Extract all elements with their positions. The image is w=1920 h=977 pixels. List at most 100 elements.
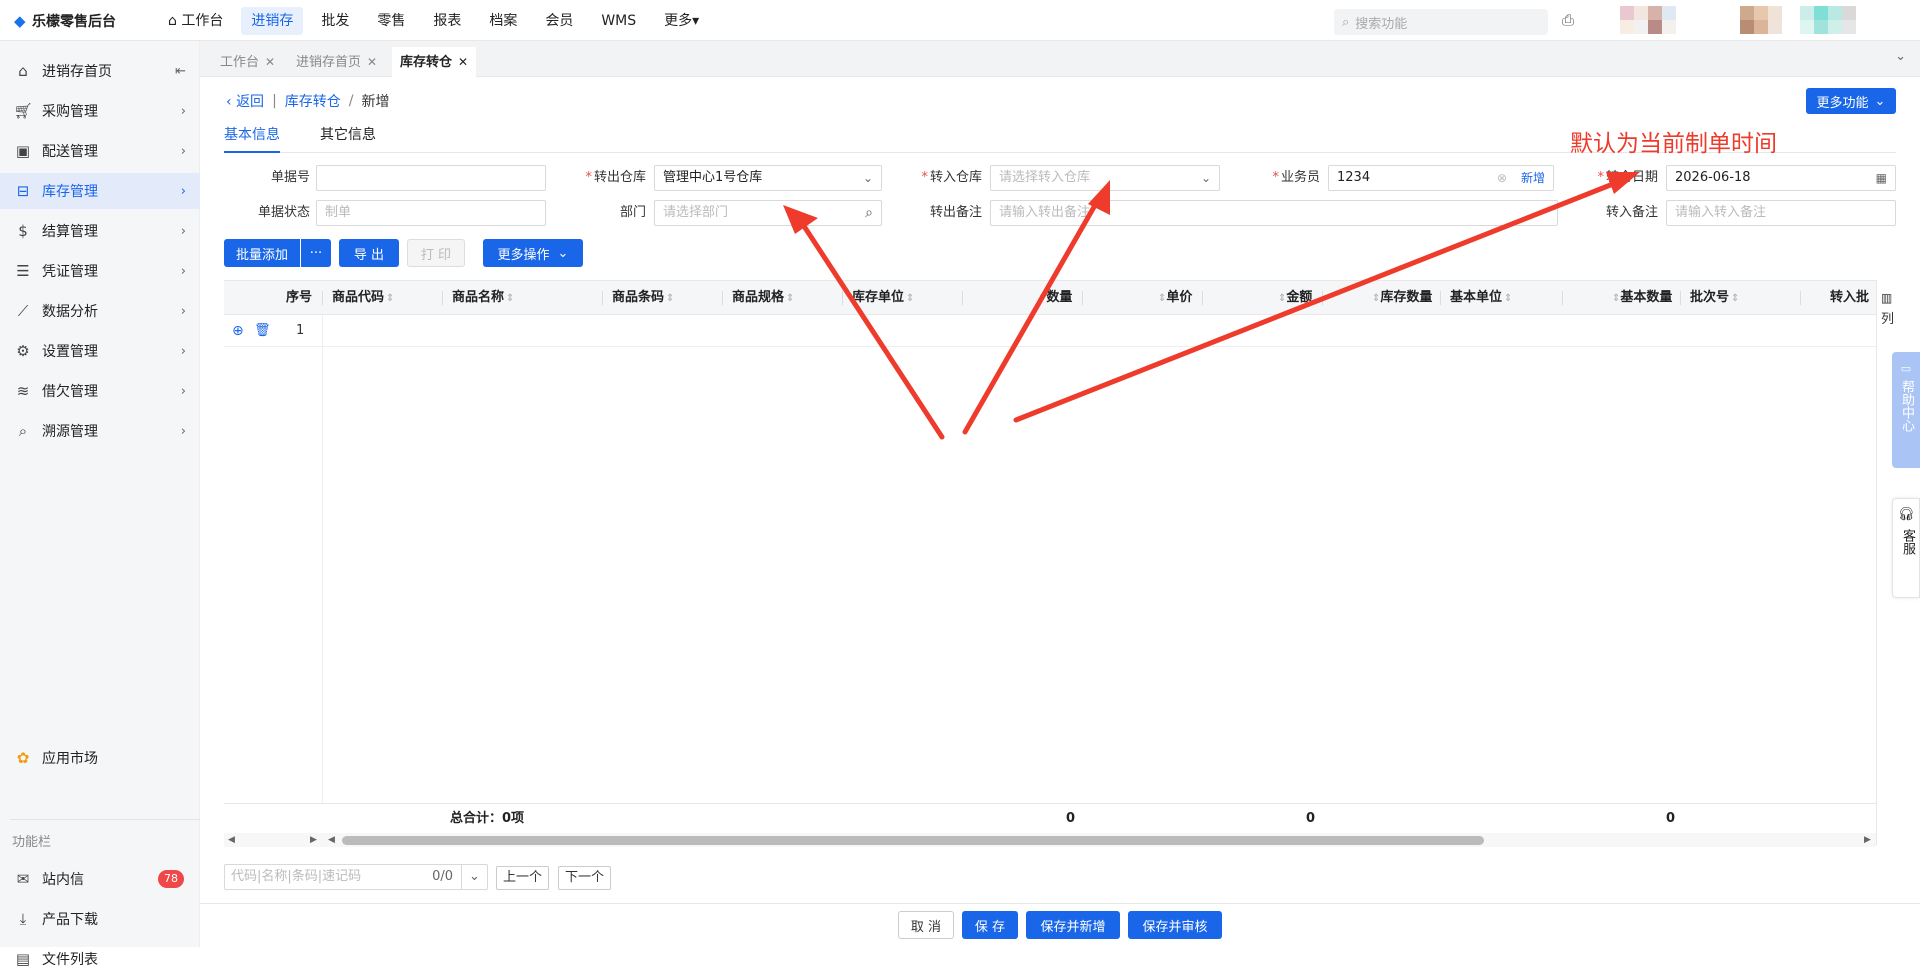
department-field[interactable]: 请选择部门 ⌕ xyxy=(654,200,882,226)
horizontal-scrollbar[interactable]: ◀ ▶ ◀ ▶ xyxy=(224,833,1876,847)
chevron-down-icon[interactable]: ⌄ xyxy=(1895,49,1906,64)
topnav-inventory[interactable]: 进销存 xyxy=(241,7,304,35)
delete-row-icon[interactable]: 🗑︎ xyxy=(254,315,271,347)
file-list-icon: ▤ xyxy=(15,950,31,968)
sidebar-item-analytics[interactable]: ⟋ 数据分析 › xyxy=(0,293,200,329)
topnav-retail[interactable]: 零售 xyxy=(367,7,415,35)
scroll-right-icon[interactable]: ▶ xyxy=(310,833,317,847)
trace-icon: ⌕ xyxy=(18,422,28,440)
col-stock-qty[interactable]: ⇕库存数量 xyxy=(1370,281,1432,315)
annotation-text: 默认为当前制单时间 xyxy=(1570,131,1777,157)
scroll-right-icon[interactable]: ▶ xyxy=(1864,833,1871,847)
col-barcode[interactable]: 商品条码 ⇕ xyxy=(612,281,674,315)
col-item-code[interactable]: 商品代码 ⇕ xyxy=(332,281,394,315)
save-and-audit-button[interactable]: 保存并审核 xyxy=(1128,911,1222,939)
col-divider xyxy=(1202,291,1203,305)
more-operations-button[interactable]: 更多操作 ⌄ xyxy=(483,239,583,267)
add-row-icon[interactable]: ⊕ xyxy=(232,315,244,347)
col-divider xyxy=(1680,291,1681,305)
app-logo[interactable]: ◆ 乐檬零售后台 xyxy=(14,10,116,32)
index-col-divider xyxy=(322,347,323,833)
in-note-field[interactable]: 请输入转入备注 xyxy=(1666,200,1896,226)
save-and-new-button[interactable]: 保存并新增 xyxy=(1026,911,1120,939)
tab-basic-info[interactable]: 基本信息 xyxy=(224,125,280,153)
printer-icon[interactable]: ⎙ xyxy=(1562,11,1582,31)
sidebar-item-settings[interactable]: ⚙︎ 设置管理 › xyxy=(0,333,200,369)
export-button[interactable]: 导 出 xyxy=(339,239,399,267)
scroll-left-icon[interactable]: ◀ xyxy=(228,833,235,847)
scrollbar-thumb[interactable] xyxy=(342,836,1484,845)
col-base-unit[interactable]: 基本单位 ⇕ xyxy=(1450,281,1512,315)
page-tabs: 工作台 ✕ 进销存首页 ✕ 库存转仓 ✕ ⌄ xyxy=(200,41,1920,77)
tab-stock-transfer[interactable]: 库存转仓 ✕ xyxy=(392,47,477,77)
sidebar-file-list[interactable]: ▤ 文件列表 xyxy=(0,941,200,977)
stock-icon: ⊟ xyxy=(16,182,30,200)
col-item-name[interactable]: 商品名称 ⇕ xyxy=(452,281,514,315)
col-unit-price[interactable]: ⇕单价 xyxy=(1156,281,1192,315)
more-functions-button[interactable]: 更多功能 ⌄ xyxy=(1806,88,1896,114)
col-spec[interactable]: 商品规格 ⇕ xyxy=(732,281,794,315)
breadcrumb-divider: | xyxy=(272,93,277,109)
sidebar-item-debt[interactable]: ≋ 借欠管理 › xyxy=(0,373,200,409)
cancel-button[interactable]: 取 消 xyxy=(898,911,954,939)
salesman-add-link[interactable]: 新增 xyxy=(1521,166,1545,190)
row-finder-input[interactable]: 代码|名称|条码|速记码 0/0 ⌄ xyxy=(224,864,488,890)
sidebar-item-stock[interactable]: ⊟ 库存管理 › xyxy=(0,173,200,209)
col-divider xyxy=(322,291,323,305)
col-base-qty[interactable]: ⇕基本数量 xyxy=(1610,281,1672,315)
doc-no-field[interactable] xyxy=(316,165,546,191)
sidebar-downloads[interactable]: ⤓ 产品下载 xyxy=(0,901,200,937)
sidebar-item-voucher[interactable]: ☰ 凭证管理 › xyxy=(0,253,200,289)
customer-service-button[interactable]: 🎧︎ 客服 xyxy=(1892,498,1920,598)
prev-match-button[interactable]: 上一个 xyxy=(496,866,550,890)
search-icon[interactable]: ⌕ xyxy=(865,201,873,225)
batch-add-button[interactable]: 批量添加 xyxy=(224,239,300,267)
chevron-down-icon[interactable]: ⌄ xyxy=(461,865,487,889)
batch-add-more-button[interactable]: ··· xyxy=(301,239,331,267)
out-warehouse-select[interactable]: 管理中心1号仓库 ⌄ xyxy=(654,165,882,191)
close-icon[interactable]: ✕ xyxy=(458,55,468,69)
col-quantity[interactable]: ⇕数量 xyxy=(1036,281,1072,315)
doc-status-field[interactable]: 制单 xyxy=(316,200,546,226)
function-search[interactable]: ⌕ 搜索功能 xyxy=(1334,9,1548,35)
breadcrumb-parent[interactable]: 库存转仓 xyxy=(285,91,341,111)
salesman-field[interactable]: 1234 ⊗ 新增 xyxy=(1328,165,1554,191)
topnav-wholesale[interactable]: 批发 xyxy=(311,7,359,35)
help-center-button[interactable]: ▭ 帮助中心 xyxy=(1892,352,1920,468)
tab-workbench[interactable]: 工作台 ✕ xyxy=(212,47,283,77)
next-match-button[interactable]: 下一个 xyxy=(558,866,612,890)
sidebar-app-market[interactable]: ✿ 应用市场 xyxy=(0,740,200,776)
topnav-reports[interactable]: 报表 xyxy=(423,7,471,35)
in-warehouse-select[interactable]: 请选择转入仓库 ⌄ xyxy=(990,165,1220,191)
close-icon[interactable]: ✕ xyxy=(367,55,377,69)
col-batch-no[interactable]: 批次号 ⇕ xyxy=(1690,281,1739,315)
col-in-batch[interactable]: 转入批 xyxy=(1830,281,1869,315)
save-button[interactable]: 保 存 xyxy=(962,911,1018,939)
app-title: 乐檬零售后台 xyxy=(32,14,116,30)
col-amount[interactable]: ⇕金额 xyxy=(1276,281,1312,315)
scroll-left-icon[interactable]: ◀ xyxy=(328,833,335,847)
sidebar-item-distribution[interactable]: ▣ 配送管理 › xyxy=(0,133,200,169)
topnav-wms[interactable]: WMS xyxy=(591,7,646,35)
close-icon[interactable]: ✕ xyxy=(265,55,275,69)
collapse-sidebar-icon[interactable]: ⇤ xyxy=(175,64,186,79)
clear-icon[interactable]: ⊗ xyxy=(1497,166,1507,190)
sidebar-item-purchase[interactable]: 🛒︎ 采购管理 › xyxy=(0,93,200,129)
sidebar-item-inventory-home[interactable]: ⌂ 进销存首页 ⇤ xyxy=(0,53,200,89)
col-divider xyxy=(1440,291,1441,305)
transfer-date-picker[interactable]: 2026-06-18 ▦ xyxy=(1666,165,1896,191)
topnav-more[interactable]: 更多▾ xyxy=(654,7,709,35)
topnav-members[interactable]: 会员 xyxy=(535,7,583,35)
tab-inventory-home[interactable]: 进销存首页 ✕ xyxy=(288,47,385,77)
sidebar-divider xyxy=(10,819,200,820)
topnav-archive[interactable]: 档案 xyxy=(479,7,527,35)
out-note-field[interactable]: 请输入转出备注 xyxy=(990,200,1558,226)
topnav-workbench[interactable]: ⌂ 工作台 xyxy=(158,7,233,35)
back-link[interactable]: ‹ 返回 xyxy=(226,91,264,111)
sidebar-item-trace[interactable]: ⌕ 溯源管理 › xyxy=(0,413,200,449)
tab-other-info[interactable]: 其它信息 xyxy=(320,125,376,153)
sidebar-item-settlement[interactable]: $ 结算管理 › xyxy=(0,213,200,249)
blurred-user-avatar[interactable] xyxy=(1740,6,1782,34)
print-button[interactable]: 打 印 xyxy=(407,239,465,267)
col-stock-unit[interactable]: 库存单位 ⇕ xyxy=(852,281,914,315)
